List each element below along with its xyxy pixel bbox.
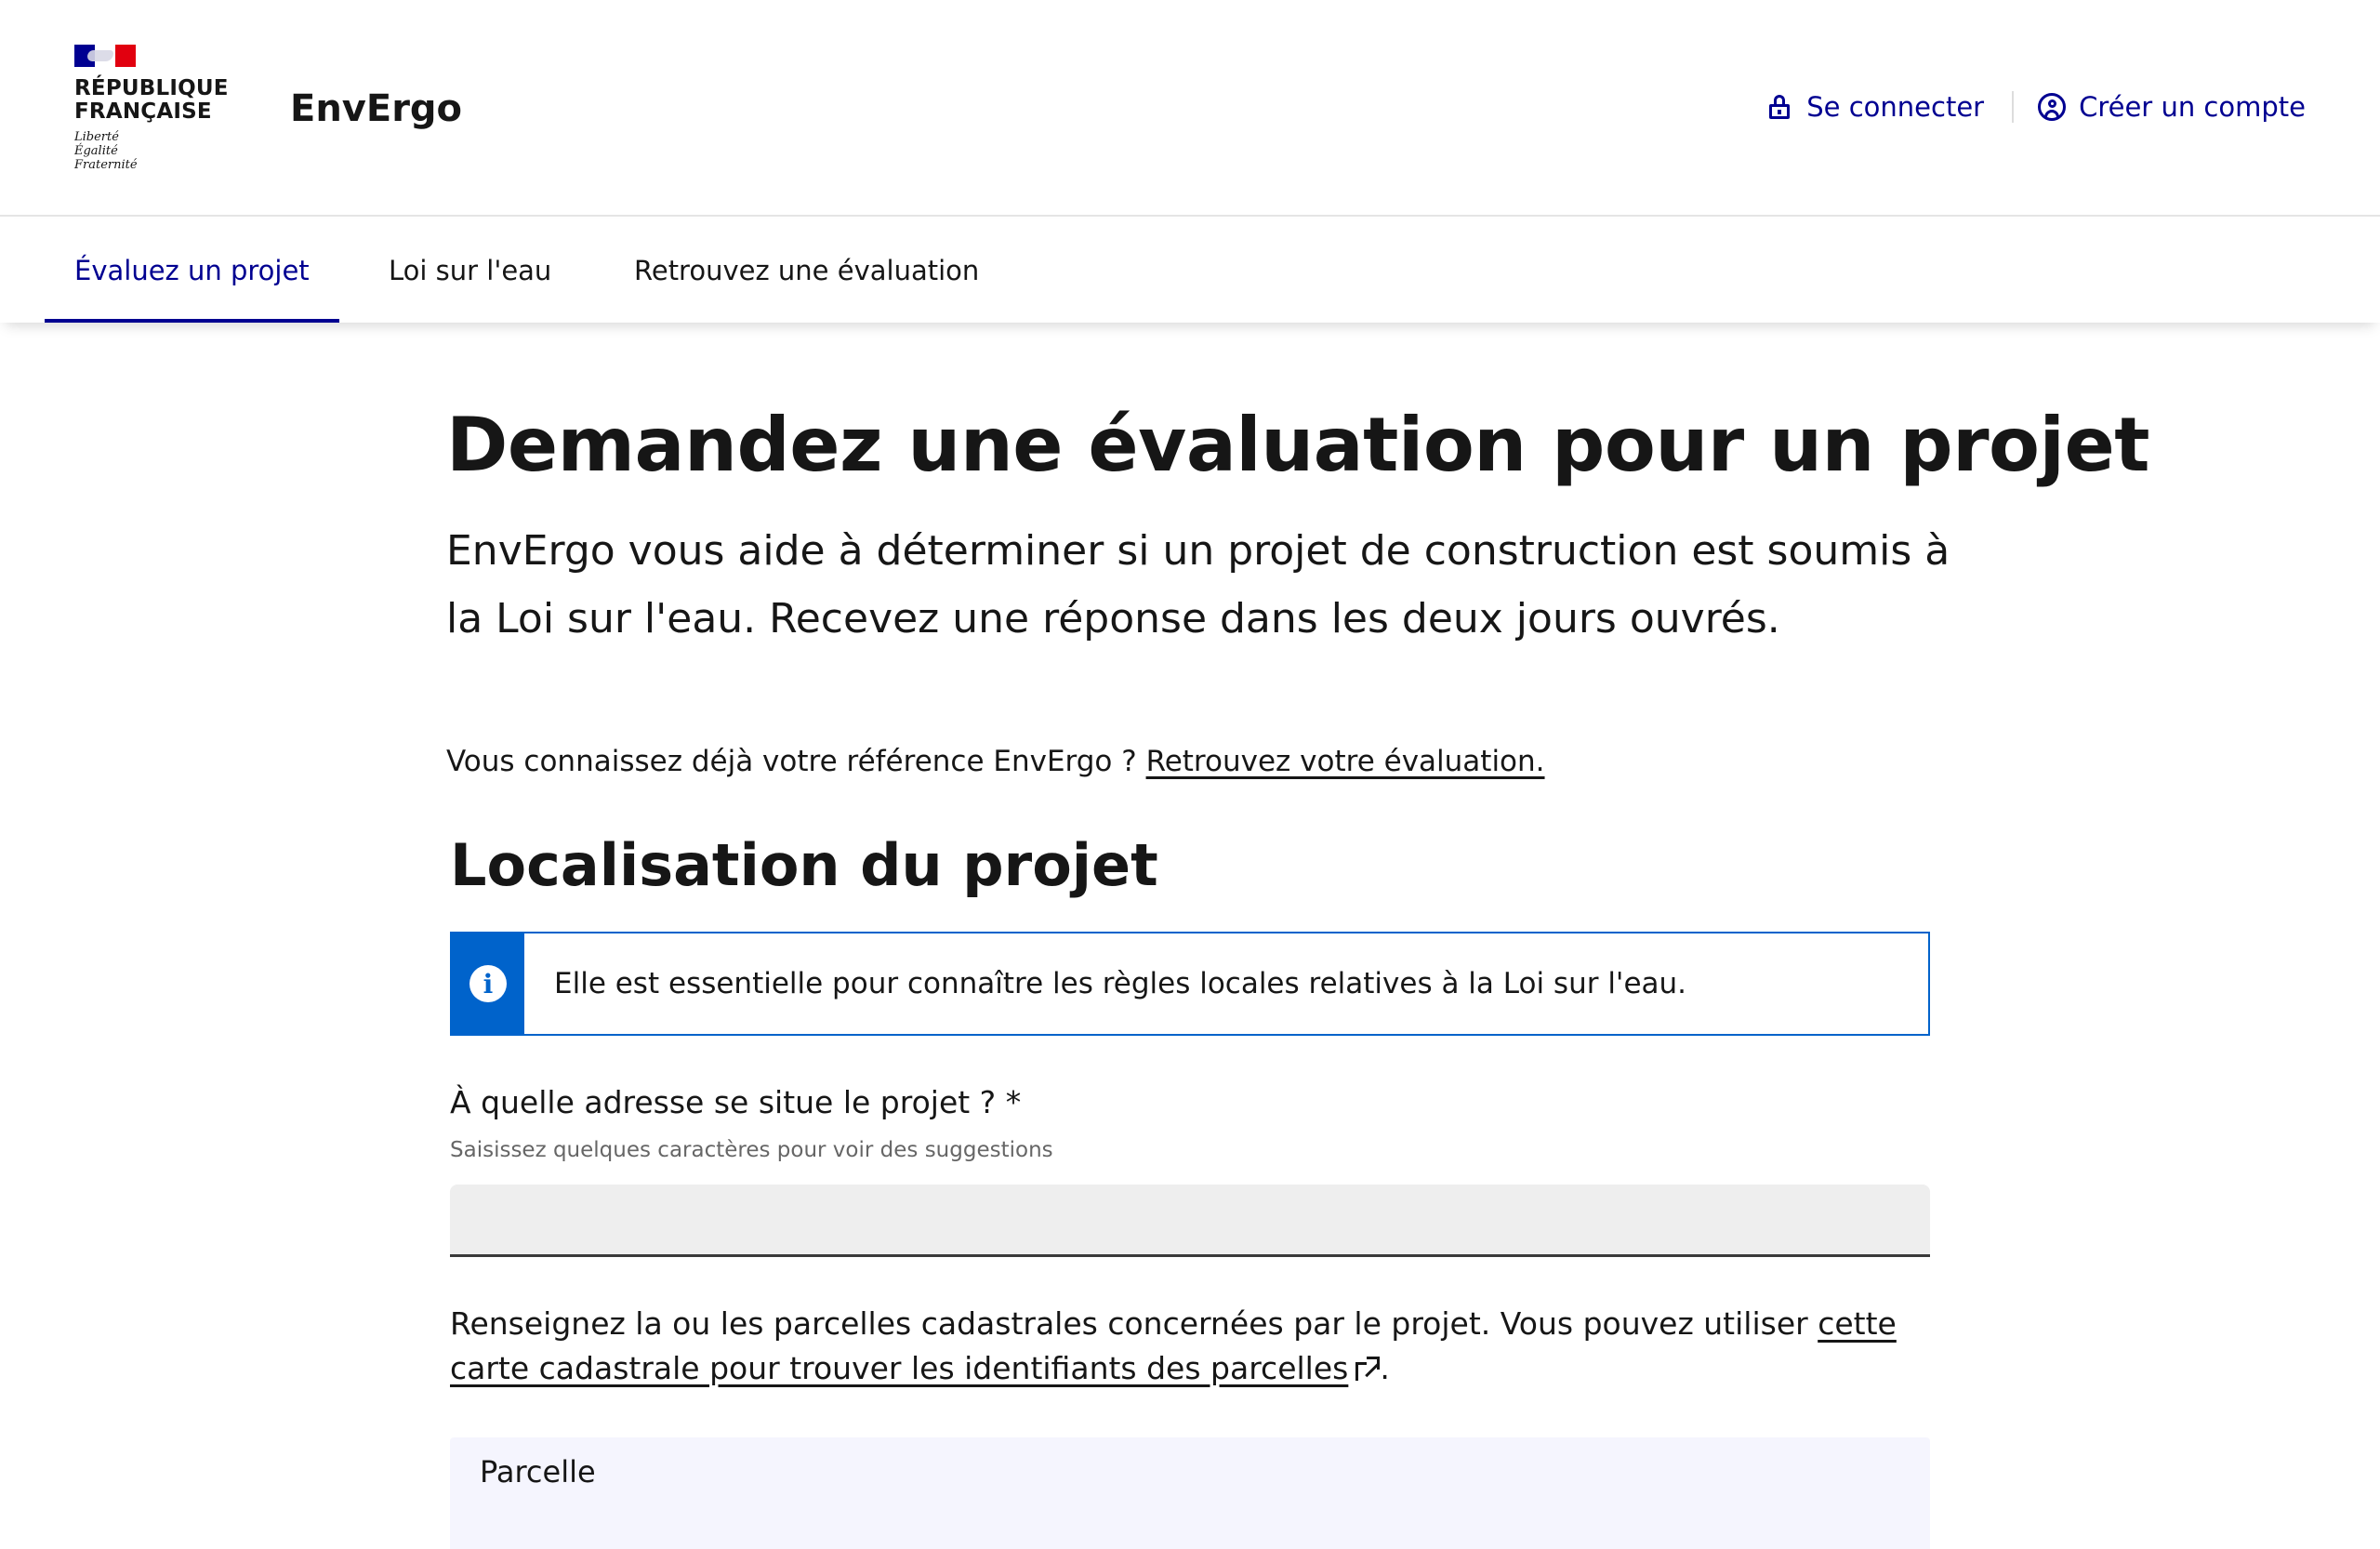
logo-line-2: FRANÇAISE — [74, 99, 212, 124]
info-notice-band: i — [452, 933, 524, 1034]
republique-francaise-logo[interactable]: RÉPUBLIQUE FRANÇAISE Liberté Égalité Fra… — [74, 45, 232, 175]
nav-item-retrouvez-une-evaluation[interactable]: Retrouvez une évaluation — [604, 218, 1009, 323]
section-title-localisation: Localisation du projet — [450, 831, 1158, 899]
create-account-label: Créer un compte — [2079, 91, 2306, 123]
devise-liberte: Liberté — [74, 130, 119, 144]
page-title: Demandez une évaluation pour un projet — [446, 402, 2149, 488]
logo-line-1: RÉPUBLIQUE — [74, 76, 229, 100]
parcel-fieldset: Parcelle — [450, 1437, 1930, 1549]
marianne-flag-icon — [74, 45, 136, 67]
login-link[interactable]: Se connecter — [1765, 91, 1984, 123]
info-notice-text: Elle est essentielle pour connaître les … — [554, 967, 1687, 1000]
login-label: Se connecter — [1806, 91, 1985, 123]
reference-prefix: Vous connaissez déjà votre référence Env… — [446, 745, 1146, 778]
address-input[interactable] — [450, 1185, 1930, 1257]
reference-line: Vous connaissez déjà votre référence Env… — [446, 745, 1545, 778]
parcel-intro: Renseignez la ou les parcelles cadastral… — [450, 1305, 1818, 1342]
address-hint: Saisissez quelques caractères pour voir … — [450, 1138, 1053, 1162]
info-icon: i — [469, 965, 507, 1002]
address-label: À quelle adresse se situe le projet ? * — [450, 1084, 1022, 1120]
external-link-icon — [1355, 1357, 1381, 1381]
user-circle-icon — [2038, 93, 2067, 121]
devise-fraternite: Fraternité — [74, 158, 138, 172]
quick-links-separator — [2012, 91, 2015, 123]
nav-item-evaluez-un-projet[interactable]: Évaluez un projet — [45, 218, 339, 323]
retrouvez-evaluation-link[interactable]: Retrouvez votre évaluation. — [1146, 745, 1545, 778]
parcel-label: Parcelle — [480, 1454, 596, 1489]
info-notice: i Elle est essentielle pour connaître le… — [450, 932, 1930, 1036]
main-navigation: Évaluez un projet Loi sur l'eau Retrouve… — [0, 218, 2380, 323]
parcel-instructions: Renseignez la ou les parcelles cadastral… — [450, 1302, 1937, 1391]
lock-icon — [1765, 93, 1793, 121]
create-account-link[interactable]: Créer un compte — [2038, 91, 2306, 123]
quick-access-links: Se connecter Créer un compte — [1765, 91, 2306, 123]
devise-egalite: Égalité — [74, 144, 118, 158]
parcel-suffix: . — [1380, 1350, 1390, 1386]
site-header: RÉPUBLIQUE FRANÇAISE Liberté Égalité Fra… — [0, 0, 2380, 217]
lead-text: EnvErgo vous aide à déterminer si un pro… — [446, 527, 1950, 642]
site-name[interactable]: EnvErgo — [290, 87, 462, 130]
nav-item-loi-sur-leau[interactable]: Loi sur l'eau — [359, 218, 581, 323]
